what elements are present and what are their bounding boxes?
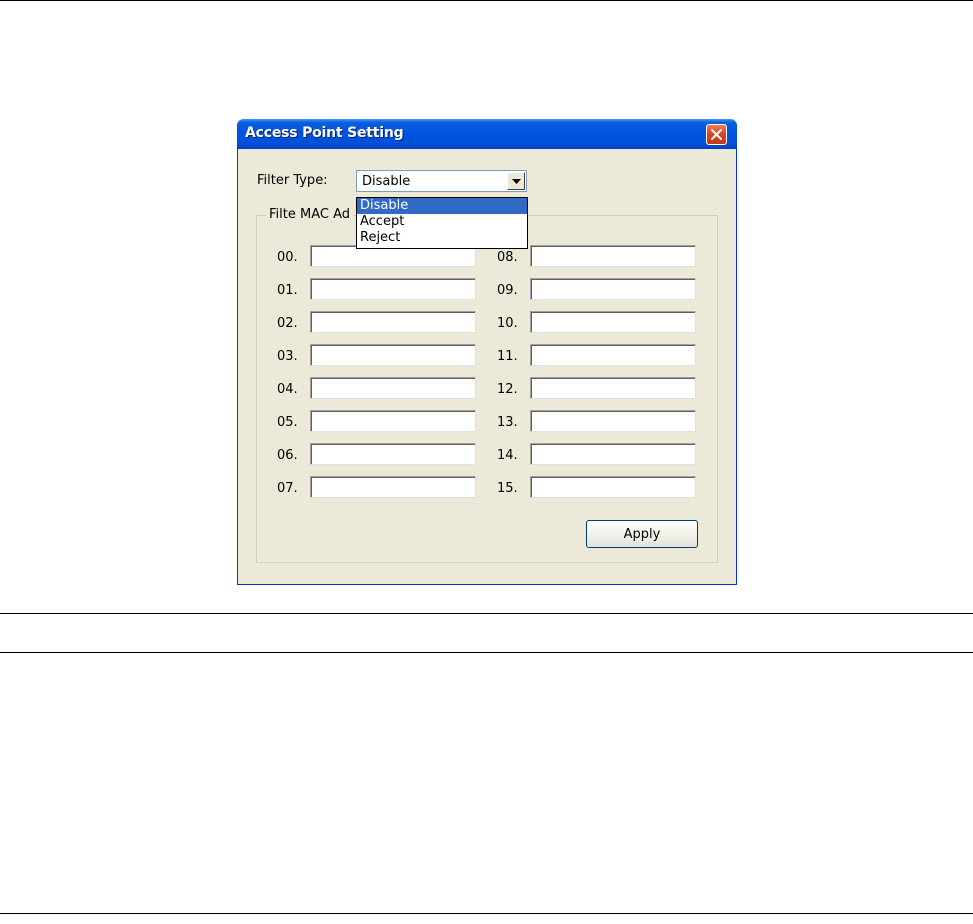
mac-address-input-13[interactable] <box>530 410 696 432</box>
mac-number-09: 09. <box>497 283 518 298</box>
mac-address-input-12[interactable] <box>530 377 696 399</box>
dropdown-option-reject[interactable]: Reject <box>357 230 527 246</box>
dropdown-option-accept[interactable]: Accept <box>357 214 527 230</box>
mac-number-12: 12. <box>497 382 518 397</box>
access-point-setting-dialog: Access Point Setting Filter Type: Disabl… <box>237 119 737 585</box>
dropdown-option-disable[interactable]: Disable <box>357 198 527 214</box>
mac-address-input-05[interactable] <box>310 410 476 432</box>
mac-address-input-07[interactable] <box>310 476 476 498</box>
close-button[interactable] <box>706 124 727 145</box>
apply-button[interactable]: Apply <box>586 520 698 548</box>
mac-number-14: 14. <box>497 448 518 463</box>
mac-address-input-02[interactable] <box>310 311 476 333</box>
filter-type-dropdown-list: Disable Accept Reject <box>356 197 528 249</box>
filter-type-value: Disable <box>362 174 411 189</box>
mac-number-02: 02. <box>277 316 298 331</box>
middle-rule-upper <box>0 613 973 614</box>
mac-number-11: 11. <box>497 349 518 364</box>
mac-address-input-11[interactable] <box>530 344 696 366</box>
mac-number-00: 00. <box>277 250 298 265</box>
mac-address-input-01[interactable] <box>310 278 476 300</box>
mac-number-10: 10. <box>497 316 518 331</box>
mac-address-input-08[interactable] <box>530 245 696 267</box>
mac-address-input-14[interactable] <box>530 443 696 465</box>
close-icon <box>711 129 722 140</box>
mac-address-input-09[interactable] <box>530 278 696 300</box>
mac-address-input-15[interactable] <box>530 476 696 498</box>
mac-number-03: 03. <box>277 349 298 364</box>
filter-type-label: Filter Type: <box>257 173 328 188</box>
mac-number-06: 06. <box>277 448 298 463</box>
window-title: Access Point Setting <box>245 125 404 141</box>
mac-number-07: 07. <box>277 481 298 496</box>
mac-number-04: 04. <box>277 382 298 397</box>
top-rule <box>0 0 973 1</box>
filter-type-select[interactable]: Disable <box>356 170 527 192</box>
mac-number-13: 13. <box>497 415 518 430</box>
groupbox-caption: Filte MAC Ad <box>266 207 353 222</box>
bottom-rule <box>0 913 973 914</box>
chevron-down-icon <box>512 179 521 184</box>
mac-address-input-04[interactable] <box>310 377 476 399</box>
mac-number-08: 08. <box>497 250 518 265</box>
title-bar[interactable]: Access Point Setting <box>237 119 737 149</box>
mac-number-05: 05. <box>277 415 298 430</box>
mac-number-01: 01. <box>277 283 298 298</box>
mac-address-input-03[interactable] <box>310 344 476 366</box>
dropdown-button[interactable] <box>507 172 525 190</box>
mac-number-15: 15. <box>497 481 518 496</box>
mac-address-input-06[interactable] <box>310 443 476 465</box>
mac-address-input-10[interactable] <box>530 311 696 333</box>
middle-rule-lower <box>0 652 973 653</box>
